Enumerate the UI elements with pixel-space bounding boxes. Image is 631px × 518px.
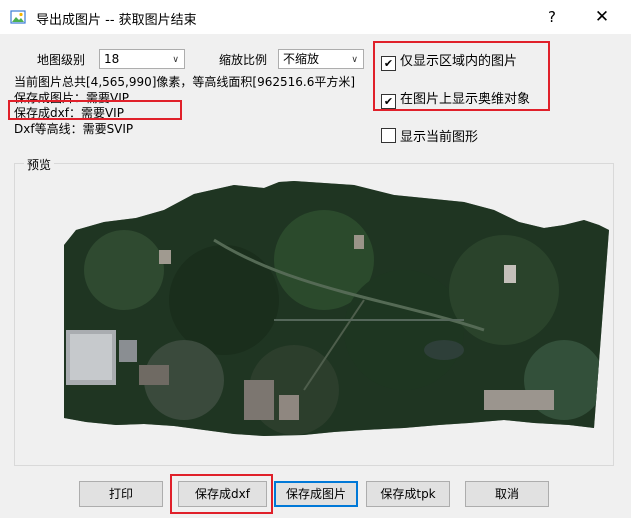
- scale-label: 缩放比例: [219, 53, 268, 67]
- highlight-dxf-vip: [8, 100, 182, 120]
- save-image-button[interactable]: 保存成图片: [274, 481, 358, 507]
- map-level-label: 地图级别: [37, 53, 86, 67]
- show-current-checkbox[interactable]: 显示当前图形: [381, 126, 478, 145]
- map-level-value: 18: [104, 52, 120, 66]
- print-button[interactable]: 打印: [79, 481, 163, 507]
- checkbox-unchecked-icon: [381, 128, 396, 143]
- title-bar: 导出成图片 -- 获取图片结束 ? ✕: [0, 0, 631, 34]
- save-tpk-button[interactable]: 保存成tpk: [366, 481, 450, 507]
- scale-value: 不缩放: [283, 52, 320, 66]
- window-title: 导出成图片 -- 获取图片结束: [36, 13, 197, 28]
- map-level-select[interactable]: 18 ∨: [99, 49, 185, 69]
- highlight-options: [373, 41, 550, 111]
- help-button[interactable]: ?: [538, 4, 566, 30]
- chevron-down-icon: ∨: [172, 55, 179, 65]
- show-current-label: 显示当前图形: [400, 130, 479, 145]
- chevron-down-icon: ∨: [351, 55, 358, 65]
- pixel-info-text: 当前图片总共[4,565,990]像素，等高线面积[962516.6平方米]: [14, 75, 356, 89]
- preview-title: 预览: [24, 156, 55, 173]
- app-icon: [10, 10, 26, 24]
- highlight-save-dxf: [170, 474, 273, 514]
- preview-map-image: [64, 181, 609, 436]
- scale-select[interactable]: 不缩放 ∨: [278, 49, 364, 69]
- close-button[interactable]: ✕: [585, 4, 619, 30]
- dxf-contour-svip-text: Dxf等高线：需要SVIP: [14, 122, 134, 136]
- cancel-button[interactable]: 取消: [465, 481, 549, 507]
